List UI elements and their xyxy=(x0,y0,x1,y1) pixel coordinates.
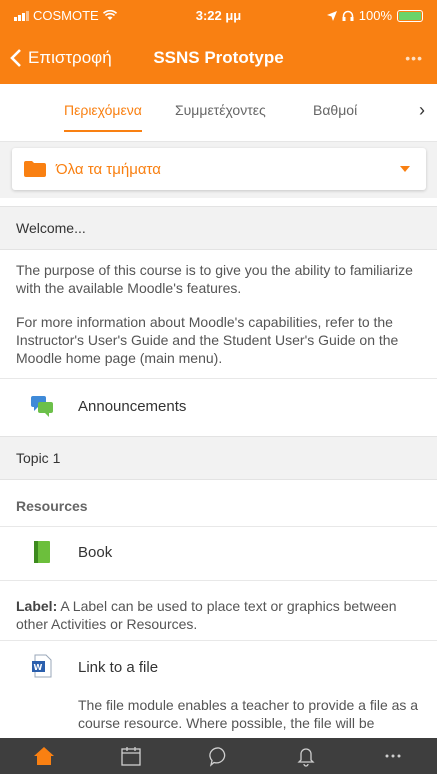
welcome-paragraph-2: For more information about Moodle's capa… xyxy=(16,314,399,366)
tab-participants[interactable]: Συμμετέχοντες xyxy=(175,102,266,118)
section-header-welcome: Welcome... xyxy=(0,206,437,250)
resources-subheading: Resources xyxy=(16,498,88,514)
activity-name: Book xyxy=(78,543,113,561)
forum-icon xyxy=(31,396,53,417)
svg-text:W: W xyxy=(34,663,43,672)
more-tab[interactable] xyxy=(350,738,437,774)
tab-contents[interactable]: Περιεχόμενα xyxy=(64,102,142,132)
course-tabs: Περιεχόμενα Συμμετέχοντες Βαθμοί › xyxy=(0,84,437,142)
welcome-paragraph-1: The purpose of this course is to give yo… xyxy=(16,262,413,296)
label-description: Label: A Label can be used to place text… xyxy=(16,597,421,633)
divider xyxy=(0,640,437,641)
activity-link-to-file[interactable]: W Link to a file xyxy=(0,644,437,690)
app-header: COSMOTE 3:22 μμ 100% Επιστροφή SSNS Prot… xyxy=(0,0,437,84)
calendar-tab[interactable] xyxy=(87,738,174,774)
section-title: Welcome... xyxy=(16,220,86,236)
dropdown-caret-icon xyxy=(400,166,410,172)
divider xyxy=(0,378,437,379)
bottom-tab-bar xyxy=(0,738,437,774)
activity-name: Announcements xyxy=(78,397,187,415)
notifications-tab[interactable] xyxy=(262,738,349,774)
folder-icon xyxy=(24,161,46,177)
messages-icon xyxy=(208,747,225,767)
word-document-icon: W xyxy=(32,654,52,678)
calendar-icon xyxy=(121,747,141,766)
back-label: Επιστροφή xyxy=(28,48,112,67)
battery-percent: 100% xyxy=(358,8,392,23)
label-prefix: Label: xyxy=(16,598,58,614)
activity-book[interactable]: Book xyxy=(0,526,437,578)
book-icon xyxy=(34,541,50,563)
back-button[interactable]: Επιστροφή xyxy=(0,48,112,68)
section-title: Topic 1 xyxy=(16,450,61,466)
label-body: A Label can be used to place text or gra… xyxy=(16,598,397,632)
tab-grades[interactable]: Βαθμοί xyxy=(313,102,357,118)
activity-name: Link to a file xyxy=(78,658,159,676)
battery-icon xyxy=(397,9,423,22)
section-select-value: Όλα τα τμήματα xyxy=(56,160,161,178)
chevron-left-icon xyxy=(10,49,21,67)
tabs-next-arrow-icon[interactable]: › xyxy=(419,100,425,121)
activity-announcements[interactable]: Announcements xyxy=(0,380,437,432)
divider xyxy=(0,580,437,581)
notifications-icon xyxy=(297,748,315,767)
home-tab[interactable] xyxy=(0,738,87,774)
more-icon xyxy=(385,754,401,758)
more-options-icon[interactable]: ••• xyxy=(405,50,423,66)
location-icon xyxy=(326,10,337,21)
status-bar: COSMOTE 3:22 μμ 100% xyxy=(0,0,437,30)
messages-tab[interactable] xyxy=(175,738,262,774)
section-selector-area: Όλα τα τμήματα xyxy=(0,142,437,198)
file-description: The file module enables a teacher to pro… xyxy=(78,697,419,731)
home-icon xyxy=(33,747,54,765)
headphones-icon xyxy=(342,10,354,21)
section-header-topic-1: Topic 1 xyxy=(0,436,437,480)
status-right: 100% xyxy=(326,8,423,23)
nav-bar: Επιστροφή SSNS Prototype ••• xyxy=(0,38,437,78)
section-select[interactable]: Όλα τα τμήματα xyxy=(12,148,426,190)
